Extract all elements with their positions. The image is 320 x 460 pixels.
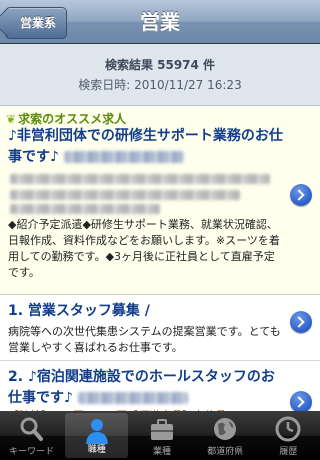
tab-label: 業種 (153, 447, 172, 457)
list-item[interactable]: 2. ♪宿泊関連施設でのホールスタッフのお仕事です♪ 【時給】870円〜930円… (0, 361, 320, 422)
page-title: 営業 (140, 10, 180, 34)
disclosure-chevron-icon[interactable] (290, 391, 312, 413)
tab-keyword[interactable]: キーワード (0, 411, 63, 460)
blurred-text-line (10, 190, 240, 200)
navigation-bar: 営業系 営業 (0, 0, 320, 44)
listing-description: 病院等への次世代集患システムの提案営業です。とても営業しやすく喜ばれるお仕事です… (8, 325, 281, 354)
featured-title: ♪非営利団体での研修生サポート業務のお仕事です♪ (8, 126, 284, 168)
briefcase-icon (151, 419, 173, 440)
disclosure-chevron-icon[interactable] (290, 184, 312, 206)
tab-prefecture[interactable]: 都道府県 (194, 411, 257, 460)
tab-occupation[interactable]: 職種 (65, 413, 129, 458)
globe-icon (214, 418, 237, 440)
tab-label: 都道府県 (207, 447, 244, 457)
tab-industry[interactable]: 業種 (130, 411, 193, 460)
blurred-text-line (10, 204, 160, 214)
tab-label: 職種 (87, 445, 106, 455)
blurred-company-name (63, 151, 184, 163)
tab-label: キーワード (9, 447, 55, 457)
result-count: 検索結果 55974 件 (104, 58, 216, 72)
featured-header: ❦ 求索のオススメ求人 (6, 110, 126, 127)
list-item[interactable]: 1. 営業スタッフ募集 / 病院等への次世代集患システムの提案営業です。とても営… (0, 295, 320, 361)
leaf-icon: ❦ (6, 112, 17, 126)
featured-description: ◆紹介予定派遣◆研修生サポート業務、就業状況確認、日報作成、資料作成などをお願い… (8, 218, 280, 279)
search-date: 検索日時: 2010/11/27 16:23 (78, 78, 242, 92)
search-summary: 検索結果 55974 件 検索日時: 2010/11/27 16:23 (0, 44, 320, 106)
featured-header-label: 求索のオススメ求人 (18, 112, 127, 126)
listing-title: 2. ♪宿泊関連施設でのホールスタッフのお仕事です♪ (8, 367, 284, 409)
blurred-company-name (77, 392, 188, 404)
tab-label: 履歴 (279, 447, 298, 457)
search-icon (20, 417, 43, 441)
tab-bar: キーワード 職種 業種 都道府県 履歴 (0, 411, 320, 460)
disclosure-chevron-icon[interactable] (290, 311, 312, 333)
person-icon (85, 419, 108, 444)
blurred-text-line (10, 174, 270, 184)
featured-listing[interactable]: ❦ 求索のオススメ求人 ♪非営利団体での研修生サポート業務のお仕事です♪ ◆紹介予… (0, 106, 320, 295)
clock-icon (275, 416, 301, 442)
tab-history[interactable]: 履歴 (257, 411, 320, 460)
listing-title: 1. 営業スタッフ募集 / (8, 303, 150, 319)
